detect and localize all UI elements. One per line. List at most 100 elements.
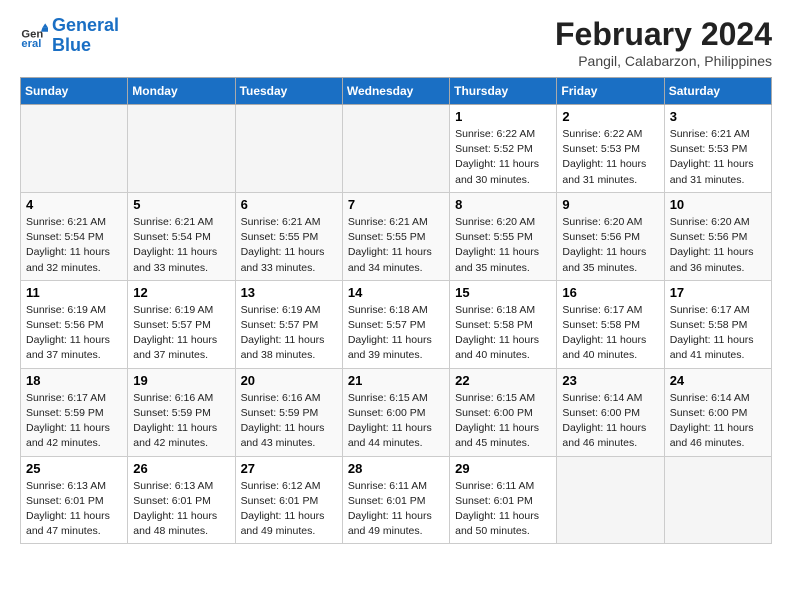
calendar-cell: 28 Sunrise: 6:11 AM Sunset: 6:01 PM Dayli… xyxy=(342,456,449,544)
day-number: 7 xyxy=(348,197,444,212)
day-info: Sunrise: 6:21 AM Sunset: 5:53 PM Dayligh… xyxy=(670,127,766,188)
day-number: 25 xyxy=(26,461,122,476)
calendar-cell: 5 Sunrise: 6:21 AM Sunset: 5:54 PM Daylig… xyxy=(128,192,235,280)
header-cell-monday: Monday xyxy=(128,78,235,105)
day-number: 14 xyxy=(348,285,444,300)
week-row-1: 1 Sunrise: 6:22 AM Sunset: 5:52 PM Daylig… xyxy=(21,105,772,193)
day-number: 24 xyxy=(670,373,766,388)
page-header: Gen eral GeneralBlue February 2024 Pangi… xyxy=(20,16,772,69)
day-number: 13 xyxy=(241,285,337,300)
week-row-5: 25 Sunrise: 6:13 AM Sunset: 6:01 PM Dayli… xyxy=(21,456,772,544)
calendar-cell: 17Sunrise: 6:17 AM Sunset: 5:58 PM Dayli… xyxy=(664,280,771,368)
calendar-cell: 22 Sunrise: 6:15 AM Sunset: 6:00 PM Dayli… xyxy=(450,368,557,456)
logo: Gen eral GeneralBlue xyxy=(20,16,119,56)
day-number: 18 xyxy=(26,373,122,388)
calendar-cell: 8Sunrise: 6:20 AM Sunset: 5:55 PM Daylig… xyxy=(450,192,557,280)
logo-icon: Gen eral xyxy=(20,22,48,50)
calendar-cell: 9 Sunrise: 6:20 AM Sunset: 5:56 PM Daylig… xyxy=(557,192,664,280)
day-info: Sunrise: 6:15 AM Sunset: 6:00 PM Dayligh… xyxy=(348,391,444,452)
week-row-2: 4 Sunrise: 6:21 AM Sunset: 5:54 PM Daylig… xyxy=(21,192,772,280)
day-info: Sunrise: 6:18 AM Sunset: 5:58 PM Dayligh… xyxy=(455,303,551,364)
day-info: Sunrise: 6:17 AM Sunset: 5:59 PM Dayligh… xyxy=(26,391,122,452)
day-number: 4 xyxy=(26,197,122,212)
day-info: Sunrise: 6:20 AM Sunset: 5:56 PM Dayligh… xyxy=(670,215,766,276)
title-block: February 2024 Pangil, Calabarzon, Philip… xyxy=(555,16,772,69)
day-info: Sunrise: 6:13 AM Sunset: 6:01 PM Dayligh… xyxy=(26,479,122,540)
calendar-cell: 25 Sunrise: 6:13 AM Sunset: 6:01 PM Dayli… xyxy=(21,456,128,544)
day-info: Sunrise: 6:19 AM Sunset: 5:57 PM Dayligh… xyxy=(241,303,337,364)
day-number: 3 xyxy=(670,109,766,124)
calendar-cell: 12Sunrise: 6:19 AM Sunset: 5:57 PM Dayli… xyxy=(128,280,235,368)
day-info: Sunrise: 6:19 AM Sunset: 5:57 PM Dayligh… xyxy=(133,303,229,364)
calendar-cell: 29 Sunrise: 6:11 AM Sunset: 6:01 PM Dayli… xyxy=(450,456,557,544)
calendar-cell: 24 Sunrise: 6:14 AM Sunset: 6:00 PM Dayli… xyxy=(664,368,771,456)
calendar-cell: 19Sunrise: 6:16 AM Sunset: 5:59 PM Dayli… xyxy=(128,368,235,456)
calendar-cell: 10 Sunrise: 6:20 AM Sunset: 5:56 PM Dayli… xyxy=(664,192,771,280)
calendar-cell: 15Sunrise: 6:18 AM Sunset: 5:58 PM Dayli… xyxy=(450,280,557,368)
day-number: 16 xyxy=(562,285,658,300)
day-number: 26 xyxy=(133,461,229,476)
day-info: Sunrise: 6:20 AM Sunset: 5:56 PM Dayligh… xyxy=(562,215,658,276)
header-cell-friday: Friday xyxy=(557,78,664,105)
day-number: 21 xyxy=(348,373,444,388)
day-info: Sunrise: 6:21 AM Sunset: 5:55 PM Dayligh… xyxy=(241,215,337,276)
day-info: Sunrise: 6:21 AM Sunset: 5:55 PM Dayligh… xyxy=(348,215,444,276)
calendar-cell xyxy=(21,105,128,193)
day-info: Sunrise: 6:14 AM Sunset: 6:00 PM Dayligh… xyxy=(562,391,658,452)
calendar-cell: 23 Sunrise: 6:14 AM Sunset: 6:00 PM Dayli… xyxy=(557,368,664,456)
header-row: SundayMondayTuesdayWednesdayThursdayFrid… xyxy=(21,78,772,105)
day-info: Sunrise: 6:11 AM Sunset: 6:01 PM Dayligh… xyxy=(348,479,444,540)
day-number: 29 xyxy=(455,461,551,476)
day-number: 1 xyxy=(455,109,551,124)
day-number: 22 xyxy=(455,373,551,388)
calendar-header: SundayMondayTuesdayWednesdayThursdayFrid… xyxy=(21,78,772,105)
calendar-cell: 11 Sunrise: 6:19 AM Sunset: 5:56 PM Dayli… xyxy=(21,280,128,368)
day-number: 9 xyxy=(562,197,658,212)
day-number: 28 xyxy=(348,461,444,476)
day-info: Sunrise: 6:11 AM Sunset: 6:01 PM Dayligh… xyxy=(455,479,551,540)
day-info: Sunrise: 6:21 AM Sunset: 5:54 PM Dayligh… xyxy=(26,215,122,276)
day-number: 27 xyxy=(241,461,337,476)
logo-text: GeneralBlue xyxy=(52,16,119,56)
day-number: 23 xyxy=(562,373,658,388)
calendar-cell: 1 Sunrise: 6:22 AM Sunset: 5:52 PM Daylig… xyxy=(450,105,557,193)
header-cell-saturday: Saturday xyxy=(664,78,771,105)
day-info: Sunrise: 6:15 AM Sunset: 6:00 PM Dayligh… xyxy=(455,391,551,452)
day-info: Sunrise: 6:22 AM Sunset: 5:52 PM Dayligh… xyxy=(455,127,551,188)
day-number: 6 xyxy=(241,197,337,212)
calendar-cell: 4 Sunrise: 6:21 AM Sunset: 5:54 PM Daylig… xyxy=(21,192,128,280)
calendar-cell: 7 Sunrise: 6:21 AM Sunset: 5:55 PM Daylig… xyxy=(342,192,449,280)
calendar-cell xyxy=(664,456,771,544)
day-number: 10 xyxy=(670,197,766,212)
calendar-table: SundayMondayTuesdayWednesdayThursdayFrid… xyxy=(20,77,772,544)
calendar-cell: 21 Sunrise: 6:15 AM Sunset: 6:00 PM Dayli… xyxy=(342,368,449,456)
calendar-cell xyxy=(235,105,342,193)
day-info: Sunrise: 6:18 AM Sunset: 5:57 PM Dayligh… xyxy=(348,303,444,364)
day-info: Sunrise: 6:16 AM Sunset: 5:59 PM Dayligh… xyxy=(241,391,337,452)
day-info: Sunrise: 6:19 AM Sunset: 5:56 PM Dayligh… xyxy=(26,303,122,364)
week-row-4: 18 Sunrise: 6:17 AM Sunset: 5:59 PM Dayli… xyxy=(21,368,772,456)
day-info: Sunrise: 6:14 AM Sunset: 6:00 PM Dayligh… xyxy=(670,391,766,452)
page-subtitle: Pangil, Calabarzon, Philippines xyxy=(555,53,772,69)
calendar-cell: 13 Sunrise: 6:19 AM Sunset: 5:57 PM Dayli… xyxy=(235,280,342,368)
header-cell-sunday: Sunday xyxy=(21,78,128,105)
day-info: Sunrise: 6:13 AM Sunset: 6:01 PM Dayligh… xyxy=(133,479,229,540)
day-info: Sunrise: 6:22 AM Sunset: 5:53 PM Dayligh… xyxy=(562,127,658,188)
svg-text:eral: eral xyxy=(21,38,41,50)
day-number: 5 xyxy=(133,197,229,212)
calendar-cell: 14 Sunrise: 6:18 AM Sunset: 5:57 PM Dayli… xyxy=(342,280,449,368)
day-info: Sunrise: 6:20 AM Sunset: 5:55 PM Dayligh… xyxy=(455,215,551,276)
calendar-cell: 18 Sunrise: 6:17 AM Sunset: 5:59 PM Dayli… xyxy=(21,368,128,456)
day-number: 19 xyxy=(133,373,229,388)
calendar-body: 1 Sunrise: 6:22 AM Sunset: 5:52 PM Daylig… xyxy=(21,105,772,544)
day-info: Sunrise: 6:17 AM Sunset: 5:58 PM Dayligh… xyxy=(670,303,766,364)
day-info: Sunrise: 6:12 AM Sunset: 6:01 PM Dayligh… xyxy=(241,479,337,540)
calendar-cell: 16 Sunrise: 6:17 AM Sunset: 5:58 PM Dayli… xyxy=(557,280,664,368)
day-number: 11 xyxy=(26,285,122,300)
calendar-cell: 20Sunrise: 6:16 AM Sunset: 5:59 PM Dayli… xyxy=(235,368,342,456)
day-info: Sunrise: 6:17 AM Sunset: 5:58 PM Dayligh… xyxy=(562,303,658,364)
header-cell-tuesday: Tuesday xyxy=(235,78,342,105)
day-info: Sunrise: 6:21 AM Sunset: 5:54 PM Dayligh… xyxy=(133,215,229,276)
header-cell-wednesday: Wednesday xyxy=(342,78,449,105)
calendar-cell xyxy=(128,105,235,193)
